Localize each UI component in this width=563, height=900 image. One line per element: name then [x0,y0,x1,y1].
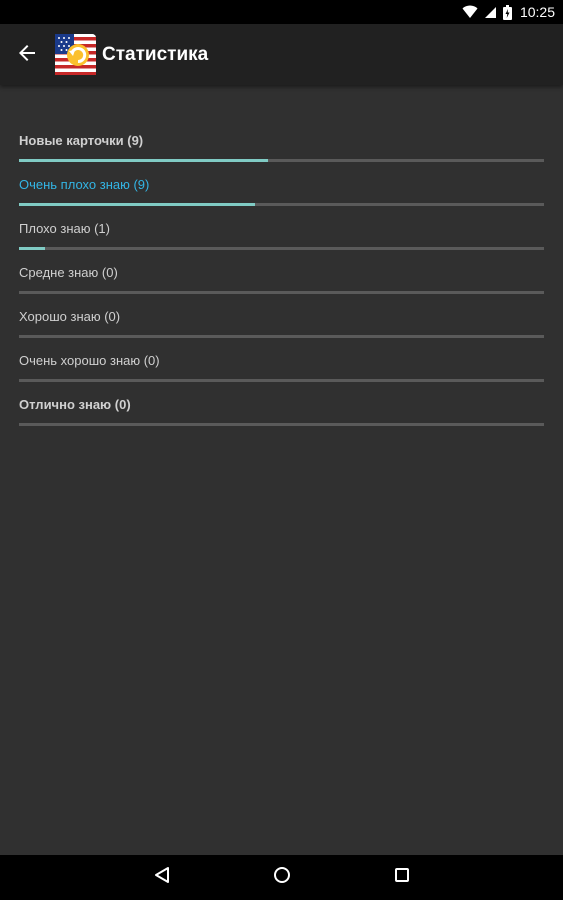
stat-item-very-bad[interactable]: Очень плохо знаю (9) [19,129,544,206]
cell-signal-icon [484,6,497,19]
nav-recents-icon [394,867,410,888]
app-logo-icon [54,33,97,76]
stat-item-medium[interactable]: Средне знаю (0) [19,217,544,294]
stat-item-excellent[interactable]: Отлично знаю (0) [19,349,544,426]
page-title: Статистика [102,44,209,65]
wifi-icon [462,5,478,19]
stat-item-very-good[interactable]: Очень хорошо знаю (0) [19,305,544,382]
stats-list: Новые карточки (9) Очень плохо знаю (9) … [19,85,544,426]
stat-label: Отлично знаю (0) [19,397,131,412]
app-bar: Статистика [0,24,563,85]
stat-item-bad[interactable]: Плохо знаю (1) [19,173,544,250]
status-icons: 10:25 [462,0,555,24]
battery-icon [502,4,512,20]
navigation-bar [0,855,563,900]
stat-item-new-cards[interactable]: Новые карточки (9) [19,85,544,162]
status-time: 10:25 [519,4,555,20]
stat-item-good[interactable]: Хорошо знаю (0) [19,261,544,338]
nav-back-icon [153,866,171,889]
nav-back-button[interactable] [132,855,192,900]
nav-recents-button[interactable] [372,855,432,900]
status-bar: 10:25 [0,0,563,24]
nav-home-icon [273,866,291,889]
back-button[interactable] [10,38,44,72]
nav-home-button[interactable] [252,855,312,900]
arrow-back-icon [18,44,36,67]
progress-bar [19,423,544,426]
